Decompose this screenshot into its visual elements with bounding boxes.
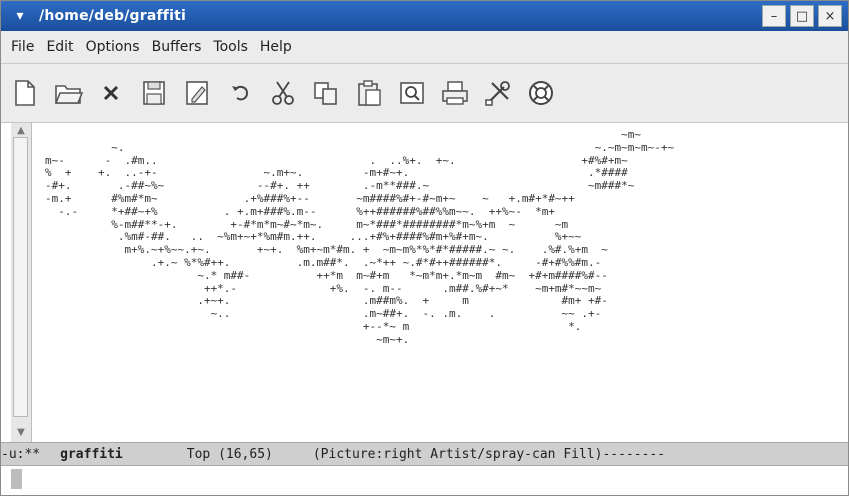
- window-menu-icon[interactable]: ▾: [7, 5, 33, 27]
- search-icon: [400, 82, 424, 104]
- menu-options[interactable]: Options: [86, 39, 140, 55]
- menu-file[interactable]: File: [11, 39, 34, 55]
- help-button[interactable]: [522, 73, 560, 113]
- menu-help[interactable]: Help: [260, 39, 292, 55]
- scroll-up-icon[interactable]: ▲: [11, 123, 31, 137]
- save-as-icon: [186, 81, 208, 105]
- menu-edit[interactable]: Edit: [46, 39, 73, 55]
- search-button[interactable]: [393, 73, 431, 113]
- customize-icon: [485, 81, 510, 106]
- minimize-button[interactable]: –: [762, 5, 786, 27]
- menu-buffers[interactable]: Buffers: [152, 39, 202, 55]
- new-file-icon: [15, 80, 35, 106]
- save-button[interactable]: [135, 73, 173, 113]
- cut-button[interactable]: [264, 73, 302, 113]
- menu-tools[interactable]: Tools: [213, 39, 248, 55]
- help-lifebuoy-icon: [529, 81, 553, 105]
- open-button[interactable]: [49, 73, 87, 113]
- mode-line-position: Top (16,65): [186, 446, 273, 462]
- close-button[interactable]: ×: [818, 5, 842, 27]
- close-buffer-button[interactable]: [92, 73, 130, 113]
- mode-line-major-mode: (Picture:right Artist/spray-can Fill)---…: [312, 446, 666, 462]
- title-bar[interactable]: ▾ /home/deb/graffiti – □ ×: [1, 1, 848, 31]
- menu-bar: File Edit Options Buffers Tools Help: [1, 31, 848, 64]
- print-icon: [442, 81, 468, 105]
- customize-button[interactable]: [479, 73, 517, 113]
- cut-icon: [272, 81, 294, 105]
- graffiti-art[interactable]: ~m~ ~. ~.~m~m~m~-+~ m~- - .#m.. . ..%+. …: [45, 128, 674, 347]
- window-controls: – □ ×: [762, 5, 842, 27]
- mode-line-buffer-name: graffiti: [60, 446, 123, 462]
- mode-line-status: -u:**: [1, 446, 41, 462]
- scroll-thumb[interactable]: [13, 137, 28, 417]
- new-file-button[interactable]: [6, 73, 44, 113]
- mode-line: -u:** graffiti Top (16,65) (Picture:righ…: [1, 442, 848, 466]
- minibuffer[interactable]: [1, 466, 848, 495]
- vertical-scrollbar[interactable]: ▲ ▼: [11, 123, 32, 442]
- undo-button[interactable]: [221, 73, 259, 113]
- minibuffer-cursor: [11, 469, 22, 489]
- undo-icon: [232, 85, 249, 101]
- toolbar: [1, 64, 848, 123]
- scroll-down-icon[interactable]: ▼: [11, 425, 31, 439]
- editor-area[interactable]: ▲ ▼ ~m~ ~. ~.~m~m~m~-+~ m~- - .#m.. . ..…: [1, 123, 848, 442]
- close-icon: [103, 85, 119, 101]
- paste-icon: [358, 80, 381, 106]
- copy-icon: [314, 82, 337, 105]
- maximize-button[interactable]: □: [790, 5, 814, 27]
- save-icon: [143, 81, 165, 105]
- paste-button[interactable]: [350, 73, 388, 113]
- emacs-window: ▾ /home/deb/graffiti – □ × File Edit Opt…: [0, 0, 849, 496]
- save-as-button[interactable]: [178, 73, 216, 113]
- copy-button[interactable]: [307, 73, 345, 113]
- open-folder-icon: [54, 85, 83, 104]
- print-button[interactable]: [436, 73, 474, 113]
- window-title: /home/deb/graffiti: [39, 8, 186, 24]
